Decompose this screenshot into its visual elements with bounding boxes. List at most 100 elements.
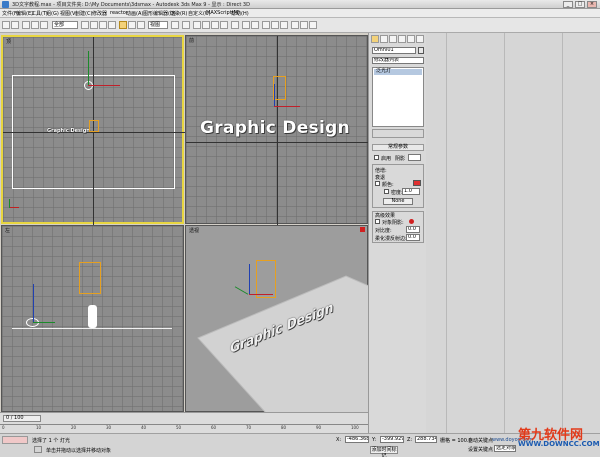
map-none-button[interactable]: None [383,198,413,205]
menu-animation[interactable]: 动画(A) [126,10,143,17]
set-key-button[interactable]: 设置关键点 [468,446,493,453]
move-gizmo-x-axis[interactable] [88,85,120,86]
pivot-center-icon[interactable] [171,21,179,29]
light-color-swatch[interactable] [413,180,421,186]
title-bar: 3D文字教程.max - 项目文件夹: D:\My Documents\3dsm… [0,0,600,9]
timeline-tick: 70 [246,425,252,430]
density-field[interactable]: 1.0 [402,188,420,195]
select-object-icon[interactable] [81,21,89,29]
menu-create[interactable]: 创建(C) [75,10,92,17]
region-select-icon[interactable] [99,21,107,29]
spinner-snap-icon[interactable] [220,21,228,29]
material-editor-icon[interactable] [291,21,299,29]
selected-dropdown[interactable]: 选定对象 [494,445,516,452]
angle-snap-icon[interactable] [202,21,210,29]
utilities-tab-icon[interactable] [416,35,424,43]
menu-help[interactable]: 帮助(H) [231,10,249,17]
named-selection-icon[interactable] [231,21,239,29]
add-time-tag-button[interactable]: 添加时间标记 [370,446,398,457]
viewport-perspective[interactable]: 透视 Graphic Design [185,225,369,413]
move-gizmo-x-axis[interactable] [274,106,300,107]
close-button[interactable]: × [587,1,597,8]
unlink-icon[interactable] [31,21,39,29]
panel-divider [562,33,563,433]
menu-group[interactable]: 组(G) [46,10,59,17]
z-coord-field[interactable]: 288.734 [415,436,437,443]
x-coord-field[interactable]: -486.368 [345,436,369,443]
shadow-type-dropdown[interactable] [408,154,421,161]
quick-render-icon[interactable] [309,21,317,29]
bind-space-warp-icon[interactable] [40,21,48,29]
maxscript-listener[interactable] [2,436,28,444]
move-gizmo-x-axis[interactable] [249,294,273,295]
modify-tab-icon[interactable] [380,35,388,43]
light-on-checkbox[interactable] [374,155,379,160]
scene-text-object[interactable]: Graphic Design [47,128,90,134]
y-coord-field[interactable]: -399.929 [380,436,404,443]
mirror-icon[interactable] [242,21,250,29]
hierarchy-tab-icon[interactable] [389,35,397,43]
move-gizmo-y-axis[interactable] [33,322,55,323]
move-gizmo-z-axis[interactable] [274,84,275,106]
select-scale-icon[interactable] [137,21,145,29]
move-gizmo-z-axis[interactable] [33,284,34,322]
scene-text-object[interactable] [88,305,97,328]
reference-coord-dropdown[interactable]: 视图 [148,21,168,29]
curve-editor-icon[interactable] [271,21,279,29]
shadow-type-label: 阴影 [395,156,406,162]
viewport-top[interactable]: 顶 Graphic Design [1,35,186,226]
viewport-label: 顶 [6,39,12,45]
create-tab-icon[interactable] [371,35,379,43]
ground-plane [197,275,369,413]
move-gizmo-z-axis[interactable] [249,264,250,294]
map-checkbox[interactable] [384,189,389,194]
z-coord-label: Z: [407,437,413,443]
align-icon[interactable] [251,21,259,29]
selection-filter-dropdown[interactable]: 全部 [52,21,78,29]
modifier-stack-item[interactable]: 泛光灯 [374,69,422,75]
render-setup-icon[interactable] [300,21,308,29]
minimize-button[interactable]: _ [563,1,573,8]
timeline-tick: 100 [351,425,359,430]
select-move-icon[interactable] [119,21,127,29]
timeline[interactable]: 0 / 100 0 10 20 30 40 50 60 70 80 90 100 [0,412,368,433]
shadow-color-icon[interactable] [409,219,414,224]
maximize-button[interactable]: □ [575,1,585,8]
grid-axis-line [3,132,186,133]
select-by-name-icon[interactable] [90,21,98,29]
select-manipulate-icon[interactable] [182,21,190,29]
layer-manager-icon[interactable] [262,21,270,29]
undo-icon[interactable] [2,21,10,29]
window-crossing-icon[interactable] [108,21,116,29]
percent-snap-icon[interactable] [211,21,219,29]
ground-line [12,328,172,329]
modifier-stack[interactable]: 泛光灯 [372,67,424,127]
auto-key-button[interactable]: 自动关键点 [468,437,493,444]
menu-modifiers[interactable]: 修改器 [92,10,107,17]
general-params-rollout[interactable]: 常规参数 [372,144,424,151]
select-rotate-icon[interactable] [128,21,136,29]
lock-selection-icon[interactable] [34,446,42,453]
object-name-field[interactable]: Omni01 [372,47,416,54]
scene-text-object[interactable]: Graphic Design [200,118,350,138]
display-tab-icon[interactable] [407,35,415,43]
y-coord-label: Y: [372,437,377,443]
menu-rendering[interactable]: 渲染(R) [170,10,187,17]
command-panel: Omni01 修改器列表 泛光灯 常规参数 启用 阴影 倍增: 衰退 颜色: 密… [368,33,426,433]
soften-field[interactable]: 0.0 [406,234,420,241]
viewport-left[interactable]: 左 [1,225,184,412]
modifier-list-dropdown[interactable]: 修改器列表 [372,57,424,64]
object-color-swatch[interactable] [418,47,424,54]
time-slider[interactable]: 0 / 100 [3,415,41,422]
viewport-front[interactable]: 前 Graphic Design [185,35,369,225]
select-link-icon[interactable] [22,21,30,29]
use-checkbox[interactable] [375,181,380,186]
motion-tab-icon[interactable] [398,35,406,43]
app-icon[interactable] [2,1,9,8]
affect-surfaces-checkbox[interactable] [375,219,380,224]
contrast-field[interactable]: 0.0 [406,226,420,233]
snap-toggle-icon[interactable] [193,21,201,29]
schematic-view-icon[interactable] [280,21,288,29]
move-gizmo-y-axis[interactable] [88,51,89,85]
redo-icon[interactable] [11,21,19,29]
